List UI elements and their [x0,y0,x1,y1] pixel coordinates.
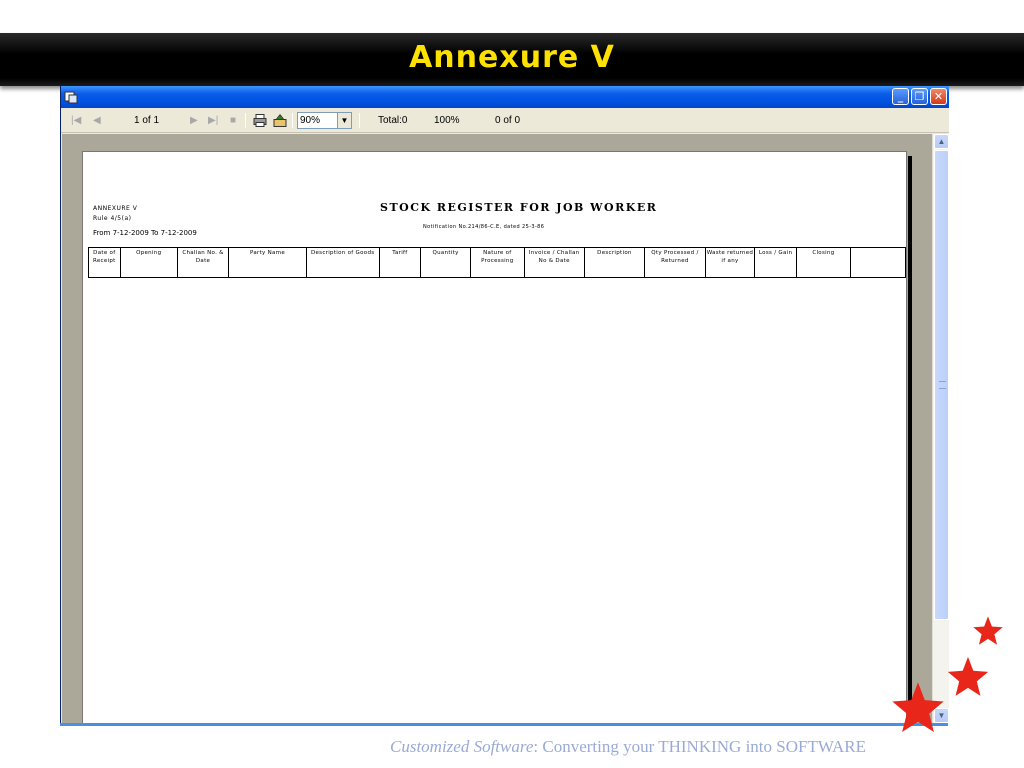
slide-title: Annexure V [409,40,615,75]
column-header: Party Name [228,247,307,278]
column-header: Description [583,247,646,278]
slide-title-banner: Annexure V [0,33,1024,86]
column-header: Loss / Gain [754,247,797,278]
column-header: Opening [119,247,178,278]
vertical-scrollbar[interactable]: ▲ ▼ [932,134,949,724]
last-page-icon[interactable]: ▶| [208,108,218,133]
column-header [850,247,906,278]
tagline-italic: Customized Software [390,737,534,756]
star-icon [973,616,1003,645]
column-header: Qty Processed / Returned [644,247,706,278]
report-viewer-window: _ ❐ ✕ |◀ ◀ 1 of 1 ▶ ▶| ■ 90% ▼ Total:0 1… [60,86,949,724]
previous-page-icon[interactable]: ◀ [93,108,101,133]
report-page: ANNEXURE V Rule 4/5(a) From 7-12-2009 To… [82,151,907,724]
window-bottom-edge [60,723,948,726]
rule-label: Rule 4/5(a) [93,215,132,222]
column-header: Date of Receipt [88,247,121,278]
scroll-up-icon[interactable]: ▲ [934,134,949,149]
minimize-button[interactable]: _ [892,88,909,105]
print-icon[interactable] [253,113,267,128]
slide: Annexure V _ ❐ ✕ |◀ ◀ 1 of 1 ▶ ▶| ■ 90% … [0,0,1024,768]
column-header: Description of Goods [305,247,380,278]
total-count: Total:0 [378,115,408,126]
notification-text: Notification No.214/86-C.E, dated 25-3-8… [423,224,545,230]
column-header: Tariff [378,247,422,278]
column-header: Closing [795,247,852,278]
chevron-down-icon[interactable]: ▼ [337,113,351,128]
page-indicator: 1 of 1 [134,115,160,126]
stop-icon[interactable]: ■ [230,108,236,133]
report-preview-area[interactable]: ANNEXURE V Rule 4/5(a) From 7-12-2009 To… [62,134,932,724]
zoom-select[interactable]: 90% ▼ [297,112,352,129]
close-button[interactable]: ✕ [930,88,947,105]
first-page-icon[interactable]: |◀ [71,108,81,133]
report-table: Date of Receipt Opening Challan No. & Da… [88,247,906,278]
report-title: STOCK REGISTER FOR JOB WORKER [380,201,658,214]
export-icon[interactable] [273,113,287,128]
app-icon [64,91,78,104]
column-header: Invoice / Challan No & Date [523,247,585,278]
next-page-icon[interactable]: ▶ [190,108,198,133]
tagline-rest: : Converting your THINKING into SOFTWARE [533,737,866,756]
window-titlebar[interactable]: _ ❐ ✕ [61,86,949,108]
date-range: From 7-12-2009 To 7-12-2009 [93,229,197,237]
column-header: Waste returned if any [704,247,756,278]
column-header: Nature of Processing [469,247,525,278]
column-header: Challan No. & Date [176,247,230,278]
records-count: 0 of 0 [495,115,521,126]
annexure-label: ANNEXURE V [93,205,138,212]
footer-tagline: Customized Software: Converting your THI… [390,737,866,757]
star-icon [892,682,944,733]
zoom-value: 90% [300,115,321,126]
page-shadow [908,156,912,724]
progress-percent: 100% [434,115,460,126]
table-header-row: Date of Receipt Opening Challan No. & Da… [88,247,906,278]
report-toolbar: |◀ ◀ 1 of 1 ▶ ▶| ■ 90% ▼ Total:0 100% 0 … [61,108,949,133]
scrollbar-thumb[interactable] [934,150,949,620]
column-header: Quantity [420,247,471,278]
restore-button[interactable]: ❐ [911,88,928,105]
star-icon [947,656,989,696]
